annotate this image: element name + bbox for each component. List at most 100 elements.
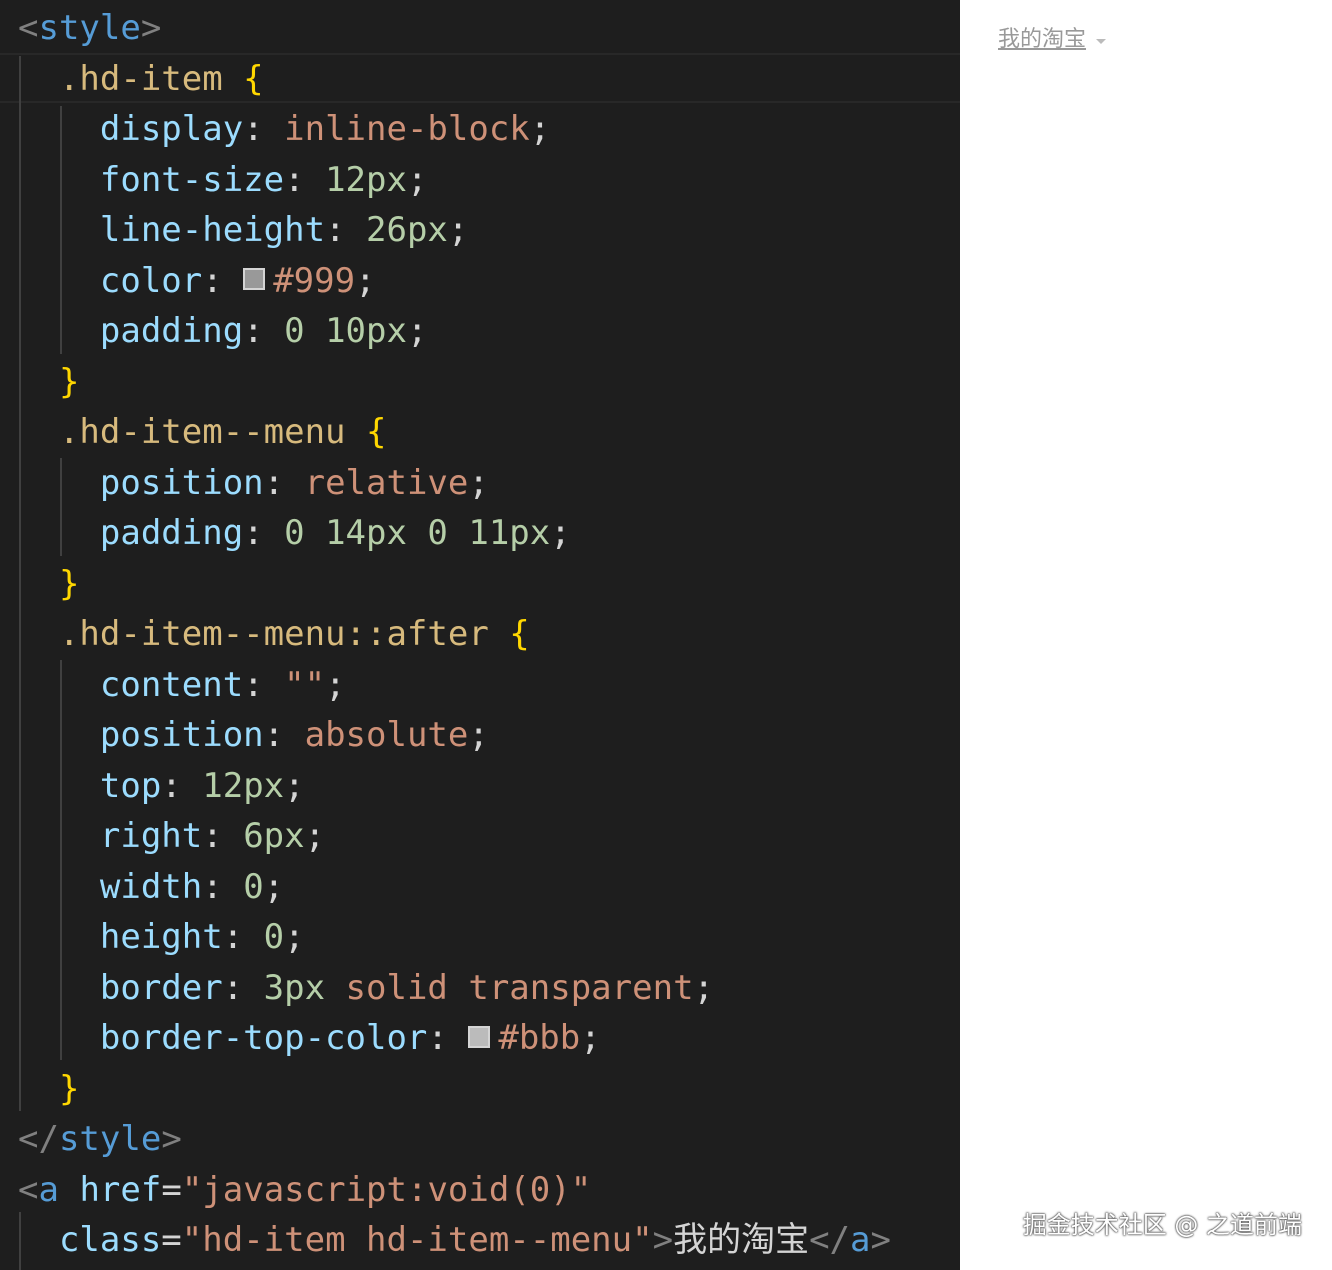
code-token: }	[18, 361, 80, 402]
code-token: }	[18, 563, 80, 604]
code-token: content	[18, 664, 244, 705]
code-token: ;	[355, 260, 376, 301]
code-token: 6px	[243, 816, 305, 856]
code-line: height: 0;	[18, 912, 305, 962]
code-token: :	[202, 260, 244, 301]
code-token: :	[284, 159, 326, 200]
code-token: <	[18, 8, 39, 48]
code-token: ;	[580, 1018, 601, 1058]
code-token: font-size	[18, 159, 285, 200]
code-token: 3px	[263, 967, 326, 1008]
code-line: line-height: 26px;	[18, 205, 469, 255]
code-token: :	[202, 816, 244, 856]
code-line: font-size: 12px;	[18, 155, 428, 205]
code-token: :	[222, 917, 264, 957]
code-token: height	[18, 917, 223, 957]
code-token: 0 14px 0 11px	[284, 513, 551, 553]
code-line: position: relative;	[18, 458, 489, 508]
code-token: style	[58, 1119, 162, 1159]
code-line: }	[18, 357, 79, 407]
code-token: :	[325, 210, 366, 250]
code-token: =	[161, 1220, 182, 1260]
code-token: {	[509, 614, 530, 654]
code-token: top	[18, 765, 162, 806]
code-token: "hd-item hd-item--menu"	[181, 1220, 653, 1260]
code-token: ;	[284, 765, 305, 806]
code-line: right: 6px;	[18, 811, 325, 861]
code-token: href	[58, 1169, 162, 1210]
code-line: </style>	[18, 1114, 182, 1164]
code-line: .hd-item--menu::after {	[18, 609, 530, 659]
code-token: ;	[263, 866, 285, 907]
code-token: inline-block	[284, 109, 530, 149]
code-token: :	[243, 311, 285, 351]
code-token: ;	[406, 159, 428, 200]
code-token: ;	[468, 715, 489, 755]
code-token: solid transparent	[325, 967, 694, 1008]
code-token: >	[870, 1220, 891, 1260]
code-token: a	[38, 1169, 59, 1210]
code-token: ;	[284, 917, 305, 957]
code-token: ;	[693, 967, 715, 1008]
code-token: =	[161, 1169, 182, 1210]
code-token: </	[18, 1119, 59, 1159]
code-line: border: 3px solid transparent;	[18, 963, 714, 1013]
code-line: border-top-color: #bbb;	[18, 1013, 601, 1063]
code-token: "javascript:void(0)"	[181, 1169, 592, 1210]
code-line: width: 0;	[18, 862, 284, 912]
code-token: </	[809, 1220, 851, 1260]
code-token: ;	[325, 664, 346, 705]
code-line: .hd-item {	[18, 54, 264, 104]
code-token: :	[243, 664, 285, 705]
code-token: border	[18, 967, 223, 1008]
code-line: top: 12px;	[18, 761, 305, 811]
code-token: ;	[468, 462, 489, 503]
code-line: class="hd-item hd-item--menu">我的淘宝</a>	[18, 1215, 891, 1265]
code-token: <	[18, 1169, 39, 1210]
code-token: >	[652, 1220, 674, 1260]
caret-down-icon	[1096, 39, 1107, 49]
my-taobao-menu-link[interactable]: 我的淘宝	[998, 22, 1108, 58]
code-token: relative	[304, 462, 469, 503]
code-token: :	[427, 1018, 469, 1058]
code-token: 12px	[325, 159, 407, 200]
code-token: position	[18, 462, 264, 503]
color-swatch[interactable]	[468, 1025, 491, 1048]
code-token: absolute	[304, 715, 469, 755]
code-token: :	[243, 109, 285, 149]
code-line: position: absolute;	[18, 710, 489, 760]
code-line: <style>	[18, 3, 161, 53]
code-token: :	[161, 765, 203, 806]
code-token: {	[243, 58, 264, 99]
code-line: <a href="javascript:void(0)"	[18, 1165, 591, 1215]
code-token: 26px	[366, 210, 448, 250]
code-token: a	[850, 1220, 871, 1260]
code-line: .hd-item--menu {	[18, 407, 387, 457]
code-line: content: "";	[18, 660, 346, 710]
code-token: ;	[304, 816, 326, 856]
code-token: border-top-color	[18, 1018, 428, 1058]
code-token: .hd-item--menu::after	[18, 614, 510, 654]
color-swatch[interactable]	[243, 268, 266, 290]
code-token: #999	[273, 260, 356, 301]
code-line: padding: 0 10px;	[18, 306, 428, 356]
code-token: >	[161, 1119, 182, 1159]
code-token: color	[18, 260, 203, 301]
watermark: 掘金技术社区 @ 之道前端	[1022, 1211, 1302, 1239]
code-token: >	[140, 8, 162, 48]
code-token: :	[222, 967, 264, 1008]
code-token: display	[18, 109, 244, 149]
code-token: .hd-item--menu	[18, 412, 366, 452]
code-token: line-height	[18, 210, 326, 250]
code-token: padding	[18, 311, 244, 351]
code-token: 0	[263, 917, 285, 957]
code-token: :	[202, 866, 244, 907]
code-token: ;	[406, 311, 428, 351]
code-token: 我的淘宝	[673, 1220, 810, 1260]
code-token: right	[18, 816, 203, 856]
code-editor: <style> .hd-item { display: inline-block…	[0, 0, 960, 1270]
code-line: color: #999;	[18, 256, 376, 306]
my-taobao-link-label: 我的淘宝	[998, 27, 1087, 52]
code-line: }	[18, 1064, 79, 1114]
code-token: :	[263, 462, 305, 503]
